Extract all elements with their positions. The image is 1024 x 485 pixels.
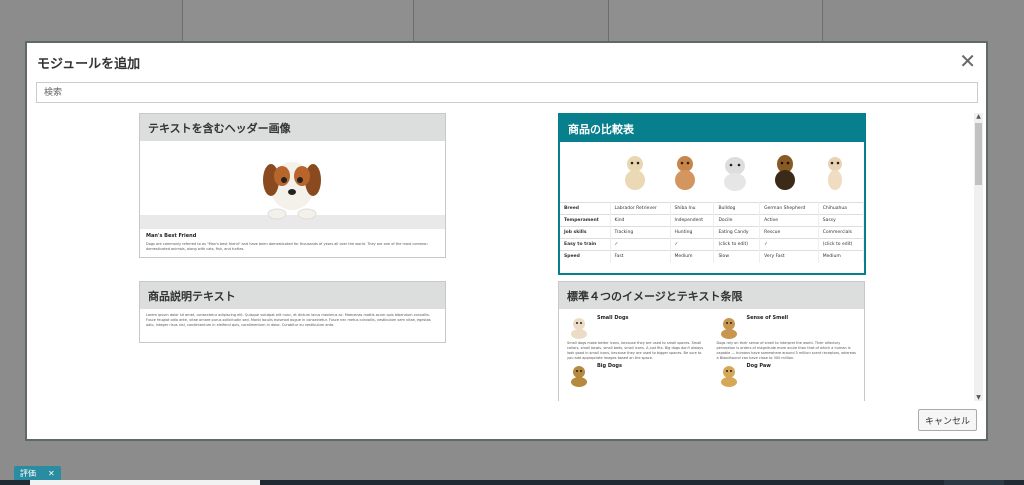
grid-item: Dog Paw <box>717 363 857 389</box>
dog-icon <box>571 318 587 339</box>
comparison-table: Breed Labrador Retriever Shiba Inu Bulldog G… <box>560 202 864 263</box>
table-cell: ✓ <box>670 238 715 251</box>
table-cell: ✓ <box>610 238 671 251</box>
module-card-header-image[interactable]: テキストを含むヘッダー画像 Man's Best Friend Dogs are… <box>139 113 446 258</box>
row-header: Temperament <box>560 214 611 227</box>
table-cell: Active <box>759 214 819 227</box>
row-header: Job skills <box>560 226 611 239</box>
search-input[interactable] <box>36 82 978 103</box>
grid-item: Sense of Smell Dogs rely on their sense o… <box>717 315 857 361</box>
table-cell: (click to edit) <box>713 238 761 251</box>
shiba-icon <box>675 156 695 190</box>
card-title: 商品の比較表 <box>560 115 864 142</box>
close-icon[interactable]: ✕ <box>48 469 55 478</box>
scroll-thumb[interactable] <box>975 123 982 185</box>
table-cell: Commercials <box>818 226 864 239</box>
backdrop-column <box>182 0 414 41</box>
table-cell: Shiba Inu <box>670 202 715 215</box>
table-cell: Medium <box>818 250 864 263</box>
backdrop-column <box>608 0 823 41</box>
card-title: 標準４つのイメージとテキスト条限 <box>559 282 864 309</box>
table-cell: ✓ <box>759 238 819 251</box>
table-cell: Slow <box>713 250 761 263</box>
dog-icon <box>720 366 737 387</box>
card-text: Lorem ipsum dolor sit amet, consectetur … <box>146 313 431 327</box>
module-card-four-images[interactable]: 標準４つのイメージとテキスト条限 Small Dogs Small dogs ma… <box>558 281 865 401</box>
grid-item-title: Big Dogs <box>597 363 622 369</box>
table-cell: Medium <box>670 250 715 263</box>
table-row: Job skills Tracking Hunting Eating Candy Res… <box>560 226 864 239</box>
taskbar-window[interactable] <box>30 480 260 485</box>
four-image-grid: Small Dogs Small dogs make better icons, … <box>559 309 864 395</box>
table-cell: Sassy <box>818 214 864 227</box>
table-cell: Tracking <box>610 226 671 239</box>
card-text: Dogs are commonly referred to as "Man's … <box>146 242 428 251</box>
table-cell: Docile <box>713 214 761 227</box>
grid-item-title: Dog Paw <box>746 363 771 369</box>
bottom-tag-label: 評価 <box>20 469 36 478</box>
dog-images <box>560 142 864 202</box>
scroll-up-icon[interactable]: ▲ <box>974 113 983 120</box>
puppy-icon <box>263 162 321 220</box>
labrador-icon <box>625 156 645 190</box>
table-cell: Bulldog <box>713 202 761 215</box>
table-cell: Very Fast <box>759 250 819 263</box>
table-cell: Rescue <box>759 226 819 239</box>
close-icon[interactable]: ✕ <box>959 49 976 73</box>
hero-image <box>140 141 445 229</box>
table-cell: (click to edit) <box>818 238 864 251</box>
grid-item-title: Small Dogs <box>597 315 629 321</box>
table-row: Speed Fast Medium Slow Very Fast Medium <box>560 250 864 263</box>
grid-item-title: Sense of Smell <box>746 315 789 321</box>
table-row: Breed Labrador Retriever Shiba Inu Bulldog G… <box>560 202 864 215</box>
table-row: Easy to train ✓ ✓ (click to edit) ✓ (click to… <box>560 238 864 251</box>
row-header: Speed <box>560 250 611 263</box>
modal-title: モジュールを追加 <box>37 57 141 72</box>
module-card-description[interactable]: 商品説明テキスト Lorem ipsum dolor sit amet, con… <box>139 281 446 343</box>
dog-icon <box>720 318 737 339</box>
table-cell: Kind <box>610 214 671 227</box>
table-cell: Eating Candy <box>713 226 761 239</box>
card-title: テキストを含むヘッダー画像 <box>140 114 445 141</box>
row-header: Easy to train <box>560 238 611 251</box>
grid-item-text: Dogs rely on their sense of smell to int… <box>716 341 856 360</box>
chihuahua-icon <box>828 157 842 190</box>
table-cell: Independent <box>670 214 715 227</box>
grid-item-text: Small dogs make better icons, because th… <box>567 341 704 360</box>
backdrop-footer <box>0 441 1024 485</box>
taskbar <box>0 480 1024 485</box>
row-header: Breed <box>560 202 611 215</box>
scrollbar[interactable]: ▲ ▼ <box>974 113 983 401</box>
module-list: テキストを含むヘッダー画像 Man's Best Friend Dogs are… <box>37 113 989 401</box>
table-cell: German Shepherd <box>759 202 819 215</box>
bulldog-icon <box>724 157 746 191</box>
grid-item: Small Dogs Small dogs make better icons, … <box>567 315 707 361</box>
card-heading: Man's Best Friend <box>146 233 197 239</box>
grid-item: Big Dogs <box>567 363 707 389</box>
german-shepherd-icon <box>775 155 795 190</box>
module-card-comparison[interactable]: 商品の比較表 Breed Labrador Retriever Shiba Inu B… <box>558 113 866 275</box>
table-cell: Chihuahua <box>818 202 864 215</box>
add-module-modal: モジュールを追加 ✕ テキストを含むヘッダー画像 <box>25 41 988 441</box>
taskbar-tray <box>944 480 1004 485</box>
table-cell: Labrador Retriever <box>610 202 671 215</box>
dog-icon <box>571 366 587 387</box>
bottom-tag[interactable]: 評価 ✕ <box>14 466 61 481</box>
table-cell: Fast <box>610 250 671 263</box>
table-row: Temperament Kind Independent Docile Active Sa… <box>560 214 864 227</box>
cancel-button[interactable]: キャンセル <box>918 409 977 431</box>
table-cell: Hunting <box>670 226 715 239</box>
scroll-down-icon[interactable]: ▼ <box>974 394 983 401</box>
card-title: 商品説明テキスト <box>140 282 445 309</box>
